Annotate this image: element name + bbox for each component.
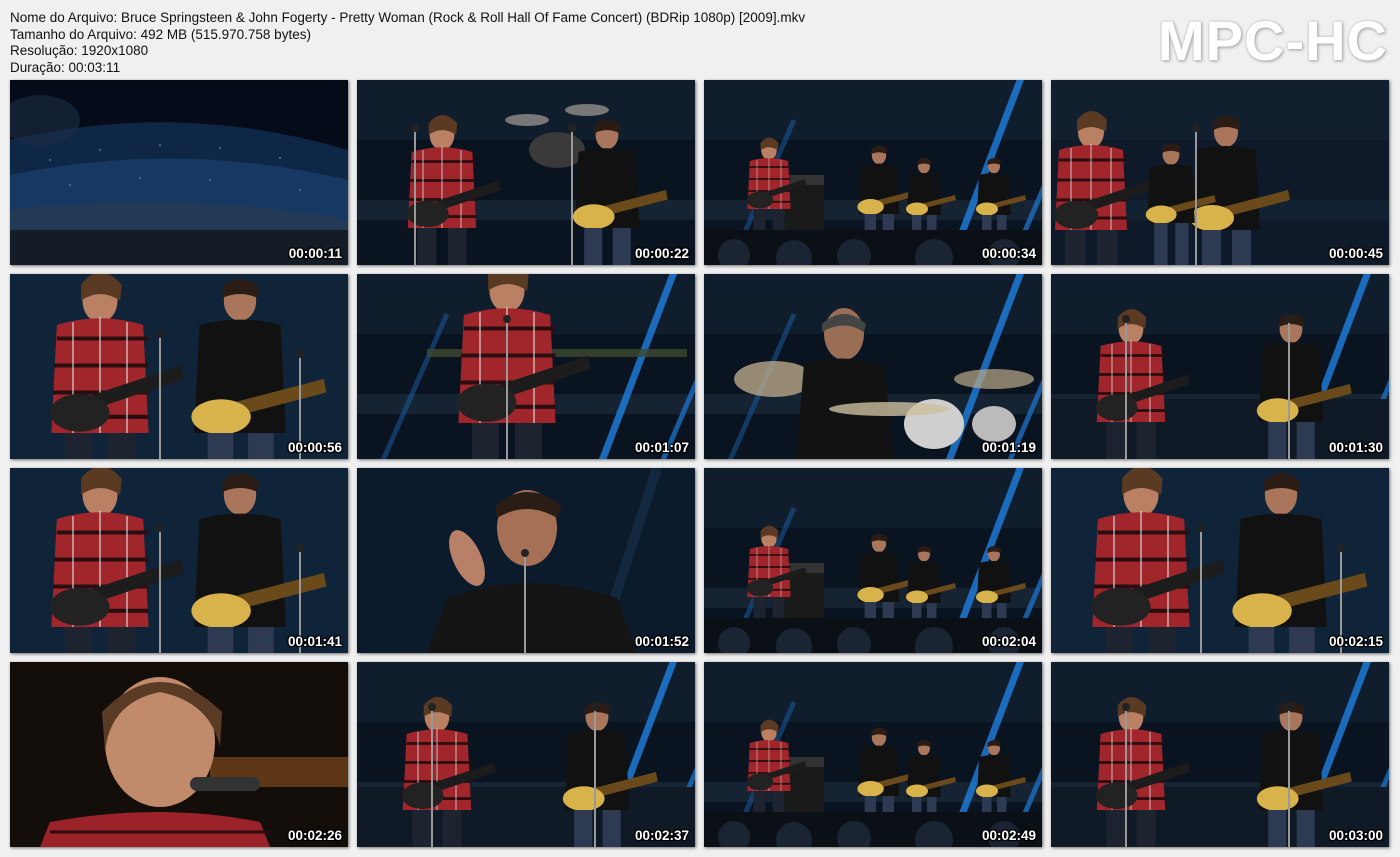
thumbnail-frame bbox=[1051, 80, 1389, 265]
thumbnail-timestamp: 00:03:00 bbox=[1328, 828, 1383, 843]
video-thumbnail: 00:01:19 bbox=[704, 274, 1042, 459]
video-thumbnail: 00:01:52 bbox=[357, 468, 695, 653]
video-thumbnail: 00:01:41 bbox=[10, 468, 348, 653]
thumbnail-timestamp: 00:00:34 bbox=[981, 246, 1036, 261]
duration-line: Duração: 00:03:11 bbox=[10, 59, 121, 75]
thumbnail-frame bbox=[10, 468, 348, 653]
file-name-line: Nome do Arquivo: Bruce Springsteen & Joh… bbox=[10, 10, 806, 25]
video-thumbnail: 00:02:26 bbox=[10, 662, 348, 847]
thumbnail-timestamp: 00:00:11 bbox=[288, 246, 342, 261]
video-thumbnail: 00:00:34 bbox=[704, 80, 1042, 265]
thumbnail-frame bbox=[704, 274, 1042, 459]
thumbnail-timestamp: 00:01:30 bbox=[1328, 440, 1383, 455]
thumbnail-timestamp: 00:01:07 bbox=[634, 440, 689, 455]
thumbnail-timestamp: 00:00:56 bbox=[287, 440, 342, 455]
thumbnail-timestamp: 00:02:15 bbox=[1328, 634, 1383, 649]
thumbnail-frame bbox=[357, 80, 695, 265]
thumbnail-timestamp: 00:02:04 bbox=[981, 634, 1036, 649]
thumbnail-frame bbox=[1051, 662, 1389, 847]
video-thumbnail: 00:00:11 bbox=[10, 80, 348, 265]
thumbnail-timestamp: 00:02:37 bbox=[634, 828, 689, 843]
thumbnail-grid: 00:00:11 00:00:22 00:00:34 00:00:45 00:0… bbox=[10, 80, 1389, 847]
file-info-header: Nome do Arquivo: Bruce Springsteen & Joh… bbox=[10, 10, 805, 76]
thumbnail-frame bbox=[357, 274, 695, 459]
video-thumbnail: 00:02:04 bbox=[704, 468, 1042, 653]
video-thumbnail: 00:01:07 bbox=[357, 274, 695, 459]
mpc-hc-logo: MPC-HC bbox=[1158, 9, 1388, 72]
video-thumbnail: 00:00:56 bbox=[10, 274, 348, 459]
thumbnail-frame bbox=[10, 80, 348, 265]
video-thumbnail: 00:02:49 bbox=[704, 662, 1042, 847]
thumbnail-frame bbox=[704, 662, 1042, 847]
thumbnail-frame bbox=[704, 468, 1042, 653]
thumbnail-frame bbox=[1051, 468, 1389, 653]
thumbnail-timestamp: 00:02:49 bbox=[981, 828, 1036, 843]
thumbnail-timestamp: 00:00:22 bbox=[634, 246, 689, 261]
video-thumbnail: 00:02:37 bbox=[357, 662, 695, 847]
thumbnail-timestamp: 00:02:26 bbox=[287, 828, 342, 843]
thumbnail-frame bbox=[357, 468, 695, 653]
thumbnail-frame bbox=[10, 662, 348, 847]
video-thumbnail: 00:00:22 bbox=[357, 80, 695, 265]
thumbnail-timestamp: 00:01:41 bbox=[287, 634, 342, 649]
thumbnail-frame bbox=[10, 274, 348, 459]
thumbnail-frame bbox=[704, 80, 1042, 265]
resolution-line: Resolução: 1920x1080 bbox=[10, 43, 149, 58]
thumbnail-frame bbox=[1051, 274, 1389, 459]
thumbnail-frame bbox=[357, 662, 695, 847]
video-thumbnail: 00:01:30 bbox=[1051, 274, 1389, 459]
thumbnail-timestamp: 00:00:45 bbox=[1328, 246, 1383, 261]
thumbnail-timestamp: 00:01:19 bbox=[981, 440, 1036, 455]
video-thumbnail: 00:00:45 bbox=[1051, 80, 1389, 265]
video-thumbnail: 00:03:00 bbox=[1051, 662, 1389, 847]
video-thumbnail: 00:02:15 bbox=[1051, 468, 1389, 653]
thumbnail-timestamp: 00:01:52 bbox=[634, 634, 689, 649]
file-size-line: Tamanho do Arquivo: 492 MB (515.970.758 … bbox=[10, 26, 311, 42]
